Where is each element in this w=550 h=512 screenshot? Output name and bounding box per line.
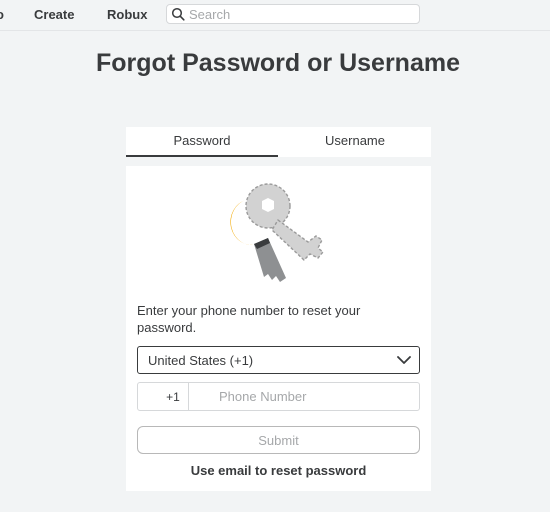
instructions-text: Enter your phone number to reset your pa… [137, 303, 361, 335]
phone-number-input[interactable] [194, 387, 414, 406]
country-select-value: United States (+1) [148, 353, 254, 368]
phone-field-group: +1 [137, 382, 420, 411]
nav-link-create[interactable]: Create [34, 7, 74, 22]
search-input[interactable] [189, 6, 415, 22]
chevron-down-icon [397, 356, 411, 364]
search-icon [171, 7, 185, 21]
tab-username[interactable]: Username [279, 127, 431, 157]
submit-button[interactable]: Submit [137, 426, 420, 454]
top-nav-bar: o Create Robux [0, 0, 550, 31]
nav-link-partial[interactable]: o [0, 7, 4, 22]
tab-password[interactable]: Password [126, 127, 278, 157]
use-email-link[interactable]: Use email to reset password [126, 463, 431, 478]
phone-prefix: +1 [138, 383, 189, 410]
page-title: Forgot Password or Username [96, 49, 460, 77]
key-illustration [230, 183, 324, 282]
nav-link-robux[interactable]: Robux [107, 7, 147, 22]
search-box[interactable] [166, 4, 420, 24]
phone-prefix-label: +1 [166, 390, 180, 404]
reset-form-card: Enter your phone number to reset your pa… [126, 166, 431, 491]
country-select[interactable]: United States (+1) [137, 346, 420, 374]
tab-bar: Password Username [126, 127, 431, 157]
